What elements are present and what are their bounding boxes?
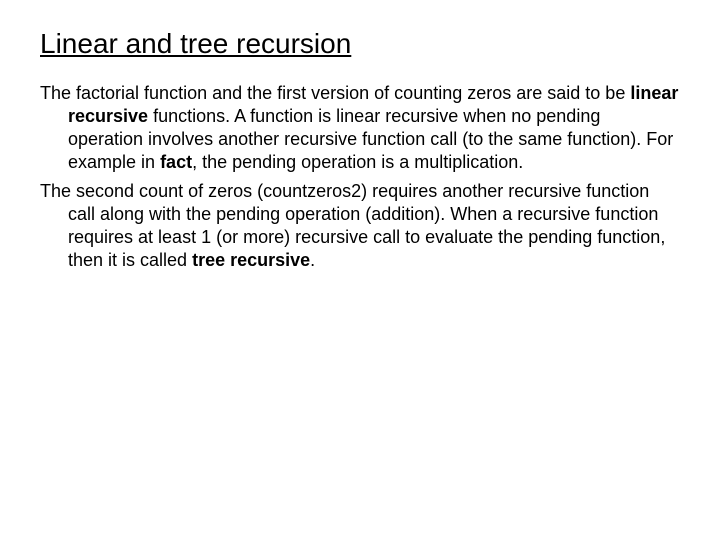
slide: Linear and tree recursion The factorial … [0,0,720,540]
p1-text-e: , the pending operation is a multiplicat… [192,152,523,172]
paragraph-1: The factorial function and the first ver… [40,82,680,174]
p1-text-a: The factorial function and the first ver… [40,83,630,103]
p1-bold-fact: fact [160,152,192,172]
p2-text-a: The second count of zeros (countzeros2) … [40,181,665,270]
paragraph-2: The second count of zeros (countzeros2) … [40,180,680,272]
slide-title: Linear and tree recursion [40,28,680,60]
p2-text-c: . [310,250,315,270]
slide-body: The factorial function and the first ver… [40,82,680,272]
p2-bold-tree-recursive: tree recursive [192,250,310,270]
